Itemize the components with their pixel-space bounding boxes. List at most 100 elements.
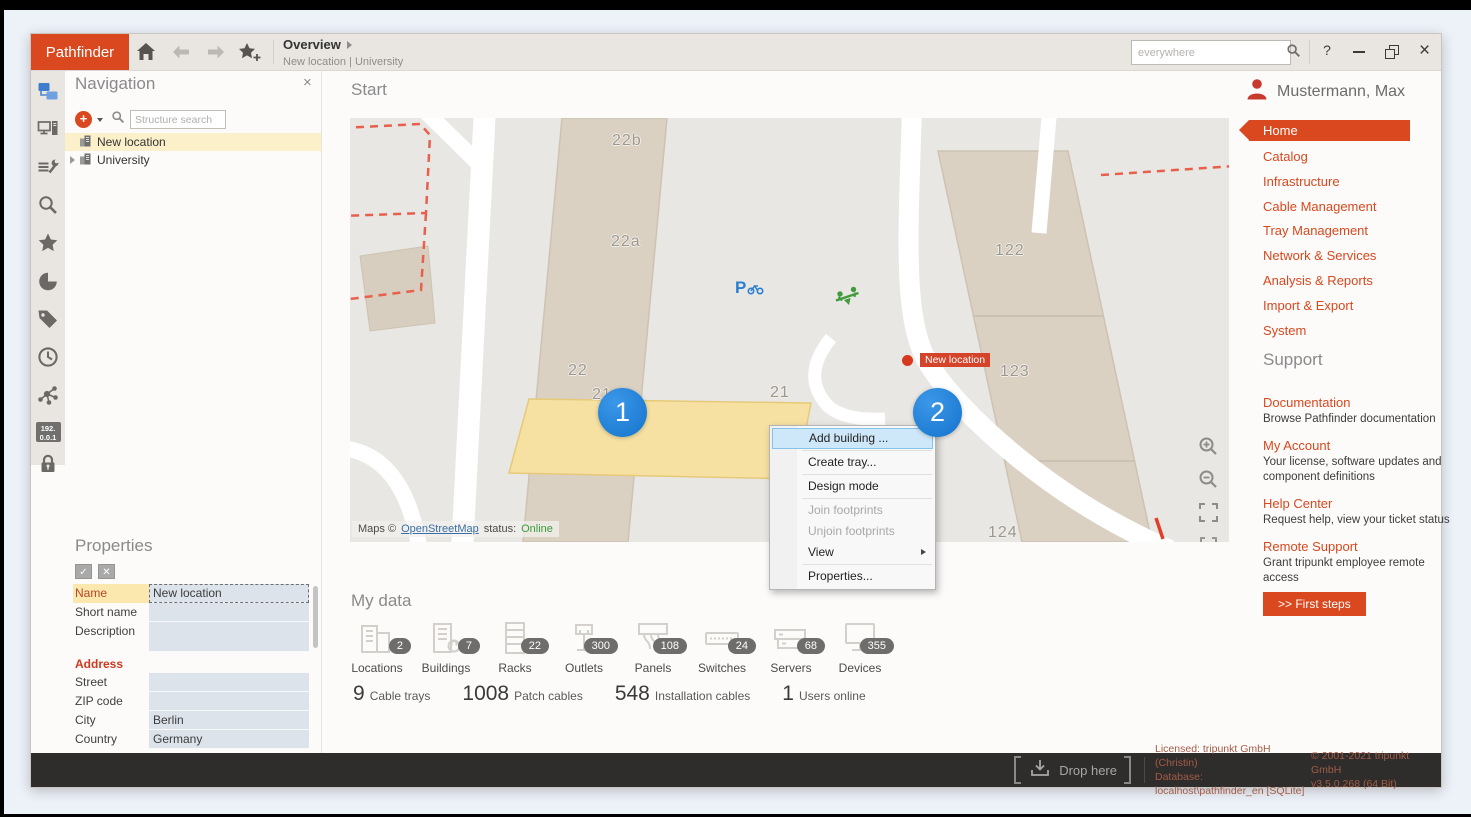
openstreetmap-link[interactable]: OpenStreetMap <box>401 523 479 535</box>
stat-patch-cables: 1008Patch cables <box>462 682 582 706</box>
sidebar-item-network-services[interactable]: Network & Services <box>1249 244 1410 269</box>
user-avatar-icon <box>1245 78 1269 105</box>
help-button[interactable]: ? <box>1319 42 1335 58</box>
property-row-country[interactable]: Country Germany <box>73 730 311 749</box>
properties-scrollbar[interactable] <box>313 586 318 648</box>
name-value-field[interactable]: New location <box>149 584 309 603</box>
sidebar-item-system[interactable]: System <box>1249 319 1410 344</box>
callout-step-2: 2 <box>913 388 962 437</box>
drop-here-zone[interactable]: Drop here <box>1014 756 1131 784</box>
tree-item-label: New location <box>97 135 166 149</box>
sidebar-item-import-export[interactable]: Import & Export <box>1249 294 1410 319</box>
svg-text:A: A <box>1205 541 1212 542</box>
mydata-tile-servers[interactable]: 68 Servers <box>765 620 817 675</box>
link-my-account[interactable]: My Account <box>1263 438 1455 453</box>
sidebar-item-tray-management[interactable]: Tray Management <box>1249 219 1410 244</box>
mydata-tile-locations[interactable]: 2 Locations <box>351 620 403 675</box>
fullscreen-icon[interactable] <box>1198 502 1219 528</box>
menu-item-design-mode[interactable]: Design mode <box>770 476 935 497</box>
navigation-panel-title: Navigation <box>75 74 155 94</box>
selected-building-footprint[interactable] <box>509 399 811 479</box>
property-row-zip[interactable]: ZIP code <box>73 692 311 711</box>
history-clock-icon[interactable] <box>37 346 59 373</box>
title-bar[interactable]: Pathfinder Overview New location | Unive… <box>31 34 1441 71</box>
tags-icon[interactable] <box>37 308 59 335</box>
global-search-input[interactable] <box>1132 47 1286 59</box>
breadcrumb-path: New location | University <box>283 55 403 69</box>
license-info: Licensed: tripunkt GmbH (Christin) Datab… <box>1155 742 1307 798</box>
sidebar-item-infrastructure[interactable]: Infrastructure <box>1249 170 1410 195</box>
property-row-description[interactable]: Description <box>73 622 311 652</box>
restore-button[interactable] <box>1385 45 1399 59</box>
location-marker-icon[interactable] <box>902 355 913 366</box>
menu-item-create-tray[interactable]: Create tray... <box>770 452 935 473</box>
menu-item-add-building[interactable]: Add building ... <box>772 428 933 449</box>
app-window: Pathfinder Overview New location | Unive… <box>30 33 1442 788</box>
add-structure-button[interactable]: + <box>75 111 92 128</box>
sidebar-item-catalog[interactable]: Catalog <box>1249 145 1410 170</box>
count-badge: 7 <box>458 638 480 654</box>
count-badge: 2 <box>389 638 411 654</box>
first-steps-button[interactable]: >> First steps <box>1263 592 1366 616</box>
navigation-close-icon[interactable]: × <box>303 74 312 91</box>
property-row-name[interactable]: Name New location <box>73 584 311 603</box>
mydata-tile-switches[interactable]: 24 Switches <box>696 620 748 675</box>
favorite-add-icon[interactable] <box>237 41 261 63</box>
sidebar-item-cable-management[interactable]: Cable Management <box>1249 195 1410 220</box>
property-row-street[interactable]: Street <box>73 673 311 692</box>
link-help-center[interactable]: Help Center <box>1263 496 1455 511</box>
structure-search-icon <box>111 110 125 129</box>
discard-x-button[interactable]: ✕ <box>98 564 115 579</box>
user-account[interactable]: Mustermann, Max <box>1245 78 1405 105</box>
mydata-tile-racks[interactable]: 22 Racks <box>489 620 541 675</box>
security-lock-icon[interactable] <box>37 453 59 480</box>
mydata-tile-devices[interactable]: 355 Devices <box>834 620 886 675</box>
structure-icon[interactable] <box>37 80 59 107</box>
start-page-title: Start <box>351 80 387 100</box>
tree-item-university[interactable]: University <box>65 151 321 169</box>
apply-check-button[interactable]: ✓ <box>75 564 92 579</box>
link-remote-support[interactable]: Remote Support <box>1263 539 1455 554</box>
sidebar-item-analysis-reports[interactable]: Analysis & Reports <box>1249 269 1410 294</box>
map-label-122: 122 <box>995 242 1025 260</box>
stat-users-online: 1Users online <box>782 682 865 706</box>
menu-item-view[interactable]: View <box>770 542 935 563</box>
panel-divider <box>321 71 322 753</box>
devices-icon[interactable] <box>37 118 59 145</box>
close-button[interactable]: × <box>1419 39 1430 63</box>
add-dropdown-caret-icon[interactable] <box>97 118 103 122</box>
mydata-tile-panels[interactable]: 108 Panels <box>627 620 679 675</box>
properties-panel-title: Properties <box>75 536 152 556</box>
forward-icon[interactable] <box>205 41 229 63</box>
tree-item-new-location[interactable]: New location <box>65 133 321 151</box>
zoom-in-icon[interactable] <box>1198 436 1219 462</box>
count-badge: 24 <box>728 638 756 654</box>
topology-icon[interactable] <box>37 384 59 411</box>
structure-search-input[interactable] <box>130 110 226 129</box>
titlebar-divider <box>273 40 274 64</box>
work-tools-icon[interactable] <box>37 156 59 183</box>
home-icon[interactable] <box>135 41 159 63</box>
search-tool-icon[interactable] <box>37 194 59 221</box>
favorites-icon[interactable] <box>37 232 59 259</box>
stat-cable-trays: 9Cable trays <box>353 682 430 706</box>
ip-address-icon[interactable]: 192.0.0.1 <box>36 422 61 442</box>
search-icon[interactable] <box>1286 43 1305 63</box>
expander-icon[interactable] <box>70 156 75 164</box>
menu-separator <box>802 474 932 475</box>
property-row-city[interactable]: City Berlin <box>73 711 311 730</box>
back-icon[interactable] <box>170 41 194 63</box>
auto-fit-icon[interactable]: A <box>1198 535 1219 542</box>
breadcrumb[interactable]: Overview New location | University <box>283 38 403 69</box>
zoom-out-icon[interactable] <box>1198 469 1219 495</box>
count-badge: 68 <box>797 638 825 654</box>
reports-pie-icon[interactable] <box>37 270 59 297</box>
minimize-button[interactable] <box>1353 51 1365 53</box>
mydata-tile-outlets[interactable]: 300 Outlets <box>558 620 610 675</box>
sidebar-item-home[interactable]: Home <box>1249 120 1410 141</box>
link-documentation[interactable]: Documentation <box>1263 395 1455 410</box>
menu-item-properties[interactable]: Properties... <box>770 566 935 587</box>
mydata-tile-buildings[interactable]: 7 Buildings <box>420 620 472 675</box>
map-label-22: 22 <box>568 362 588 380</box>
property-row-short-name[interactable]: Short name <box>73 603 311 622</box>
